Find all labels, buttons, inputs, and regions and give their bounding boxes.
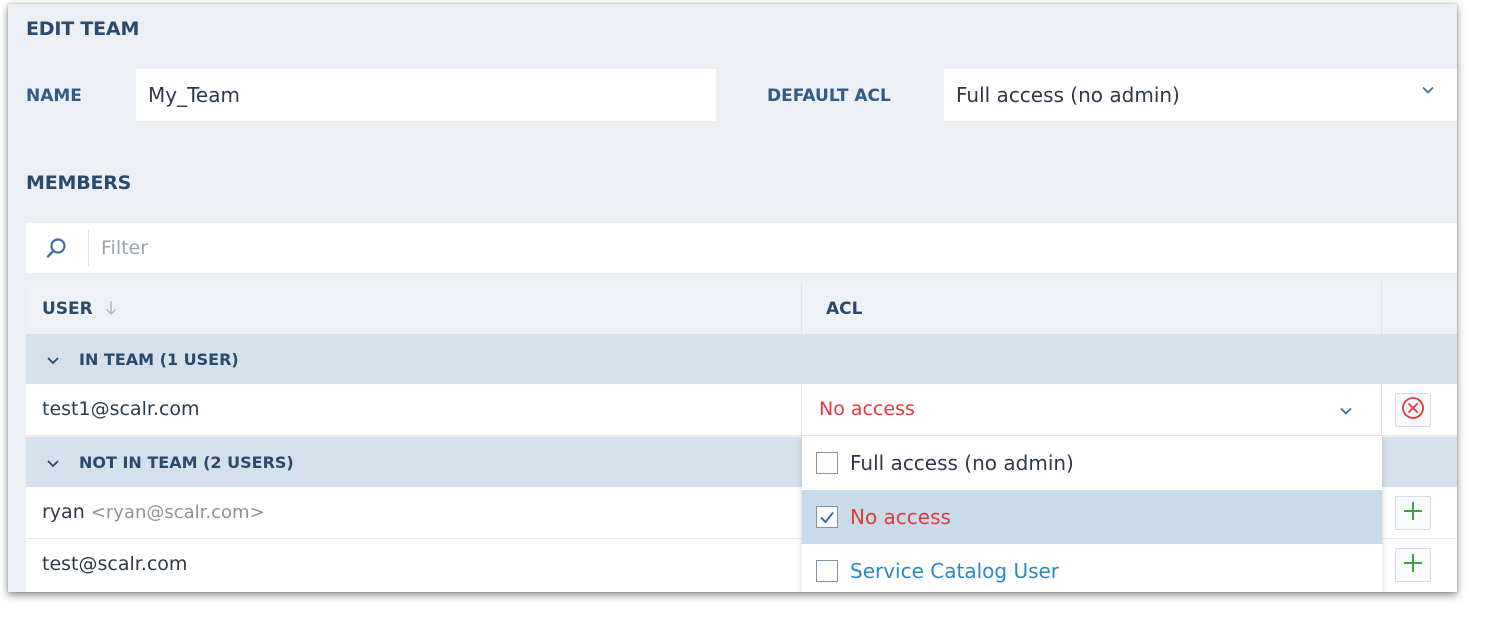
user-email: <ryan@scalr.com>: [90, 502, 265, 523]
name-label: NAME: [26, 86, 82, 106]
edit-team-panel: EDIT TEAM NAME My_Team DEFAULT ACL Full …: [8, 4, 1457, 592]
column-header-acl[interactable]: ACL: [826, 299, 862, 319]
name-input-value: My_Team: [148, 83, 240, 107]
remove-circle-x-icon: [1401, 396, 1425, 424]
filter-input[interactable]: Filter: [89, 237, 148, 259]
column-divider: [1381, 384, 1382, 436]
filter-bar: Filter: [26, 223, 1457, 273]
plus-icon: [1401, 551, 1425, 579]
acl-dropdown-menu: Full access (no admin) No access Service…: [802, 436, 1382, 592]
acl-option-no-access[interactable]: No access: [802, 490, 1382, 544]
acl-value: No access: [819, 398, 915, 420]
column-header-user[interactable]: USER: [42, 299, 117, 321]
group-label-not-in-team: NOT IN TEAM (2 USERS): [79, 453, 294, 472]
group-label-in-team: IN TEAM (1 USER): [79, 350, 239, 369]
user-cell: ryan <ryan@scalr.com>: [42, 501, 265, 523]
plus-icon: [1401, 499, 1425, 527]
add-member-button[interactable]: [1395, 548, 1431, 582]
acl-option-full-access[interactable]: Full access (no admin): [802, 436, 1382, 490]
default-acl-select[interactable]: Full access (no admin): [944, 69, 1457, 121]
checkbox-icon[interactable]: [816, 560, 838, 582]
user-email: test@scalr.com: [42, 553, 188, 575]
acl-option-label: Service Catalog User: [850, 559, 1060, 583]
user-email: test1@scalr.com: [42, 398, 200, 420]
remove-member-button[interactable]: [1395, 393, 1431, 427]
search-icon[interactable]: [26, 236, 88, 260]
name-input[interactable]: My_Team: [136, 69, 716, 121]
sort-down-arrow-icon: [105, 300, 117, 321]
table-row[interactable]: test1@scalr.com No access: [26, 384, 1457, 436]
group-row-in-team[interactable]: IN TEAM (1 USER): [26, 334, 1457, 384]
members-title: MEMBERS: [26, 172, 132, 194]
checkbox-checked-icon[interactable]: [816, 506, 838, 528]
acl-select[interactable]: No access: [802, 384, 1381, 436]
checkbox-icon[interactable]: [816, 452, 838, 474]
acl-option-label: Full access (no admin): [850, 451, 1074, 475]
column-divider: [1381, 282, 1382, 334]
edit-team-title: EDIT TEAM: [26, 18, 140, 40]
chevron-down-icon: [46, 352, 60, 371]
add-member-button[interactable]: [1395, 496, 1431, 530]
chevron-down-icon: [1421, 83, 1435, 101]
acl-option-label: No access: [850, 505, 951, 529]
column-divider: [801, 282, 802, 334]
chevron-down-icon: [1339, 403, 1353, 422]
table-header: USER ACL: [26, 282, 1457, 334]
user-name: ryan: [42, 501, 85, 523]
acl-option-service-catalog-user[interactable]: Service Catalog User: [802, 544, 1382, 592]
chevron-down-icon: [46, 455, 60, 474]
column-header-user-label: USER: [42, 299, 93, 319]
default-acl-label: DEFAULT ACL: [767, 86, 891, 106]
default-acl-value: Full access (no admin): [956, 83, 1180, 107]
